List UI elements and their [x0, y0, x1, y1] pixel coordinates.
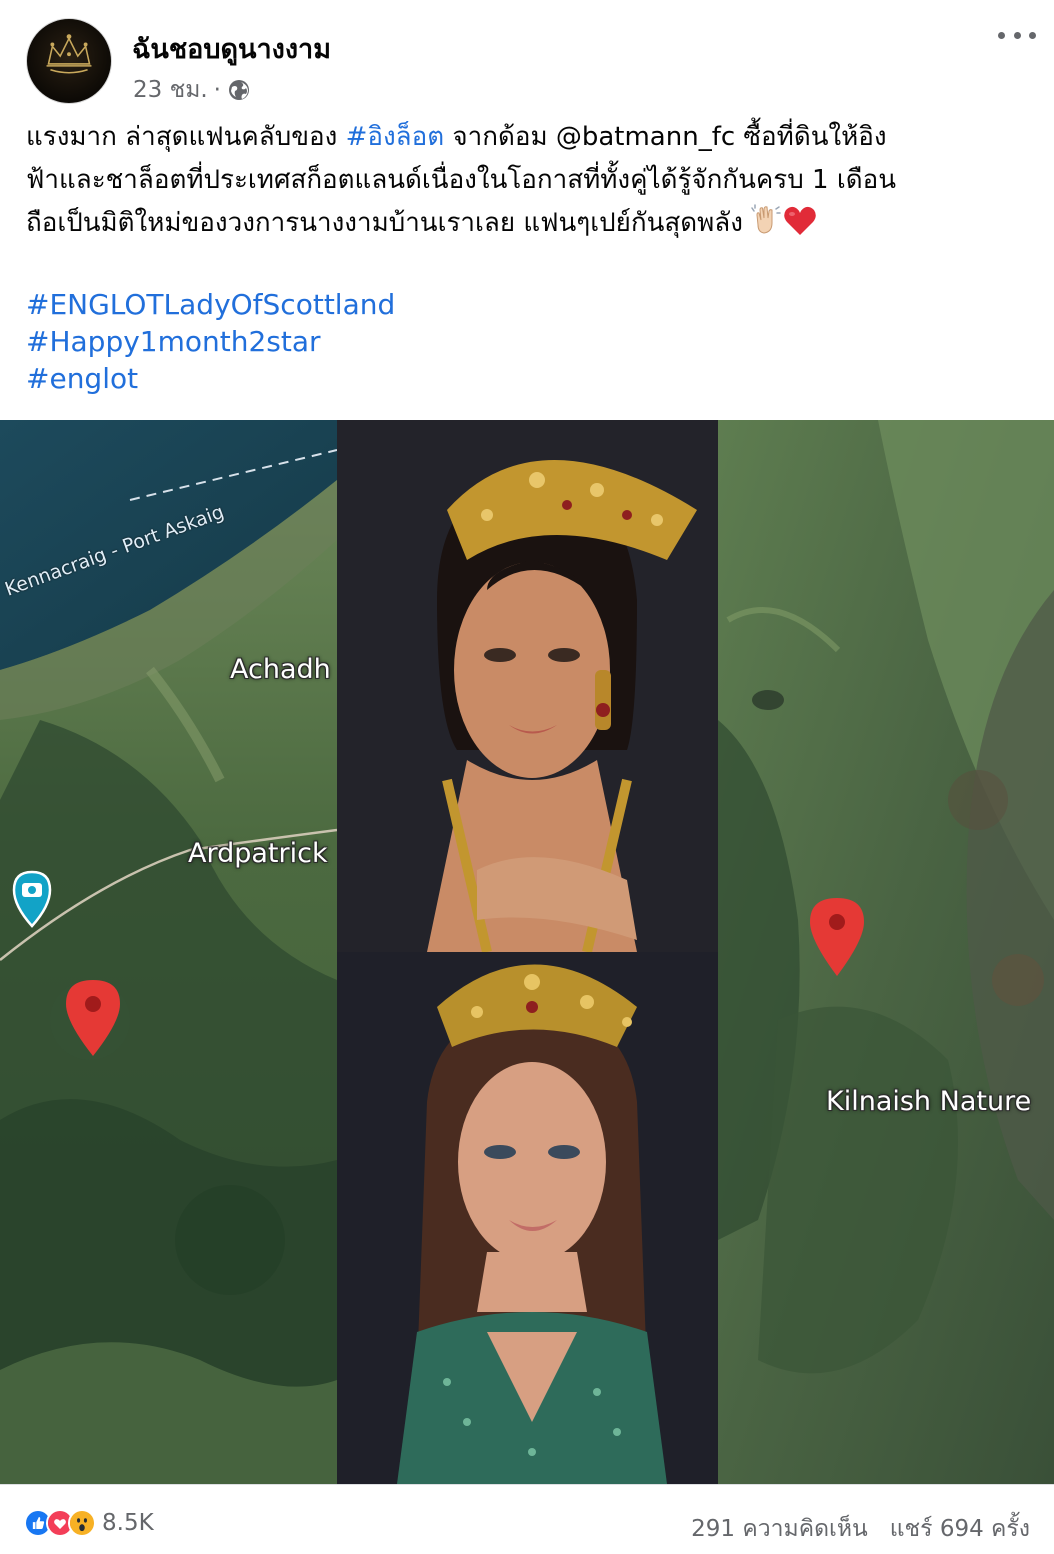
- location-pin-icon[interactable]: [806, 894, 868, 978]
- post-text: แรงมาก ล่าสุดแฟนคลับของ #อิงล็อต จากด้อม…: [26, 116, 1036, 245]
- more-options-icon[interactable]: [998, 22, 1036, 48]
- hashtag-link[interactable]: #อิงล็อต: [346, 122, 445, 152]
- crown-logo-icon: [46, 34, 92, 74]
- post-meta: 23 ชม. ·: [133, 72, 251, 108]
- hashtag-link[interactable]: #Happy1month2star: [26, 323, 395, 360]
- globe-icon[interactable]: [227, 78, 251, 102]
- map-label-ardpatrick: Ardpatrick: [188, 838, 328, 869]
- post-header: ฉันชอบดูนางงาม 23 ชม. ·: [0, 0, 1054, 120]
- portrait-photo-bottom[interactable]: [337, 952, 718, 1484]
- left-satellite-map[interactable]: Kennacraig - Port Askaig Achadh Ardpatri…: [0, 420, 337, 1484]
- hashtag-link[interactable]: #ENGLOTLadyOfScottland: [26, 286, 395, 323]
- share-count[interactable]: แชร์ 694 ครั้ง: [890, 1516, 1030, 1542]
- wow-reaction-icon: [68, 1509, 96, 1537]
- post-text-line-1: แรงมาก ล่าสุดแฟนคลับของ #อิงล็อต จากด้อม…: [26, 116, 1036, 159]
- right-satellite-map[interactable]: Kilnaish Nature: [718, 420, 1054, 1484]
- hashtag-link[interactable]: #englot: [26, 360, 395, 397]
- satellite-map-image-right: [718, 420, 1054, 1484]
- post-photo-collage[interactable]: Kennacraig - Port Askaig Achadh Ardpatri…: [0, 420, 1054, 1484]
- red-heart-emoji-icon: [784, 206, 816, 235]
- reaction-count[interactable]: 8.5K: [102, 1510, 154, 1536]
- comment-count[interactable]: 291 ความคิดเห็น: [691, 1516, 868, 1542]
- portrait-photo-top[interactable]: [337, 420, 718, 952]
- post-time[interactable]: 23 ชม.: [133, 72, 208, 108]
- clapping-hands-emoji-icon: [751, 204, 781, 234]
- post-text-segment: ถือเป็นมิติใหม่ของวงการนางงามบ้านเราเลย …: [26, 208, 743, 238]
- location-pin-icon[interactable]: [62, 976, 124, 1058]
- map-label-kilnaish: Kilnaish Nature: [826, 1086, 1032, 1117]
- meta-separator: ·: [213, 77, 221, 103]
- page-avatar[interactable]: [26, 18, 112, 104]
- camera-pin-icon[interactable]: [10, 868, 54, 928]
- portrait-woman-crown-image: [337, 420, 718, 952]
- portrait-woman-crown-green-dress-image: [337, 952, 718, 1484]
- post-text-line-2: ฟ้าและชาล็อตที่ประเทศสก็อตแลนด์เนื่องในโ…: [26, 165, 897, 195]
- post-text-segment: จากด้อม @batmann_fc ซื้อที่ดินให้อิง: [444, 122, 887, 152]
- comments-shares: 291 ความคิดเห็น แชร์ 694 ครั้ง: [691, 1511, 1030, 1547]
- post-text-segment: แรงมาก ล่าสุดแฟนคลับของ: [26, 122, 346, 152]
- post-text-line-3: ถือเป็นมิติใหม่ของวงการนางงามบ้านเราเลย …: [26, 202, 1036, 245]
- hashtag-list: #ENGLOTLadyOfScottland #Happy1month2star…: [26, 286, 395, 397]
- map-label-achadh: Achadh: [230, 654, 331, 685]
- engagement-bar: 8.5K 291 ความคิดเห็น แชร์ 694 ครั้ง: [0, 1484, 1054, 1554]
- reaction-summary[interactable]: 8.5K: [24, 1509, 154, 1537]
- page-name[interactable]: ฉันชอบดูนางงาม: [132, 27, 331, 70]
